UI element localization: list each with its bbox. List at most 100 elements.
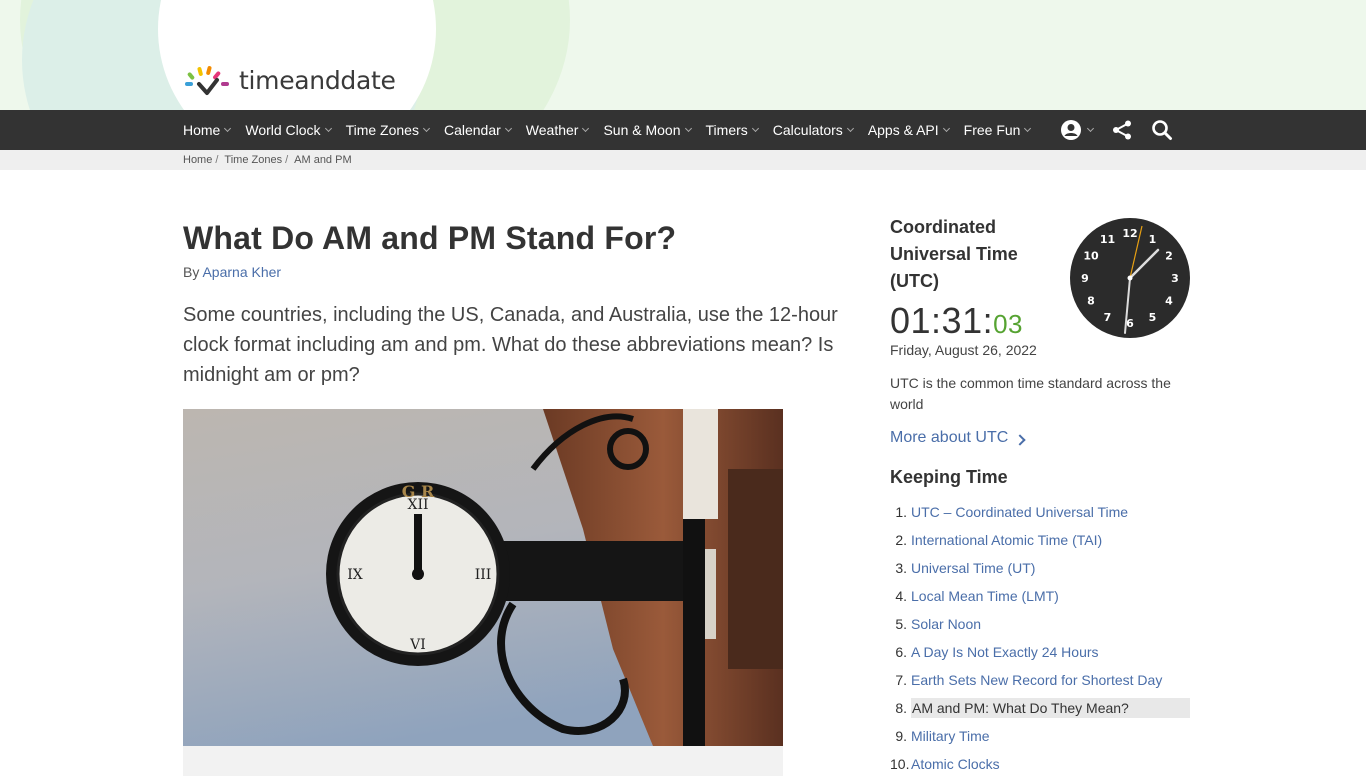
list-number: 4. [895, 588, 907, 604]
more-link-label: More about UTC [890, 429, 1009, 446]
breadcrumb-label: Time Zones [224, 154, 283, 166]
more-about-utc-link[interactable]: More about UTC [890, 429, 1026, 447]
list-item[interactable]: 7. Earth Sets New Record for Shortest Day [890, 666, 1190, 694]
breadcrumb-label: AM and PM [294, 154, 352, 166]
utc-description: UTC is the common time standard across t… [890, 375, 1171, 412]
clock-number: 11 [1100, 233, 1115, 246]
list-item[interactable]: 10. Atomic Clocks [890, 750, 1190, 778]
list-link[interactable]: Solar Noon [911, 614, 1190, 634]
page-title: What Do AM and PM Stand For? [183, 220, 677, 256]
list-link[interactable]: International Atomic Time (TAI) [911, 530, 1190, 550]
chevron-down-icon [224, 124, 232, 133]
nav-item-time-zones[interactable]: Time Zones [345, 122, 430, 138]
list-item[interactable]: 6. A Day Is Not Exactly 24 Hours [890, 638, 1190, 666]
breadcrumb: Home / Time Zones / AM and PM [0, 150, 1366, 170]
list-link[interactable]: Local Mean Time (LMT) [911, 586, 1190, 606]
list-number: 1. [895, 504, 907, 520]
utc-time-seconds: 03 [993, 309, 1024, 339]
breadcrumb-label: Home [183, 154, 213, 166]
utc-title: Coordinated Universal Time (UTC) [890, 217, 1018, 291]
nav-item-free-fun[interactable]: Free Fun [964, 122, 1032, 138]
nav-label: Timers [705, 122, 748, 138]
list-link[interactable]: Military Time [911, 726, 1190, 746]
chevron-down-icon [684, 124, 692, 133]
list-item[interactable]: 1. UTC – Coordinated Universal Time [890, 498, 1190, 526]
chevron-down-icon [504, 124, 512, 133]
keeping-time-title: Keeping Time [890, 467, 1008, 487]
chevron-down-icon [324, 124, 332, 133]
list-link[interactable]: Atomic Clocks [911, 754, 1190, 774]
list-number: 9. [895, 728, 907, 744]
main-nav: Home World Clock Time Zones Calendar Wea… [0, 110, 1366, 150]
search-icon [1152, 120, 1172, 140]
svg-text:IX: IX [347, 567, 363, 583]
list-link[interactable]: A Day Is Not Exactly 24 Hours [911, 642, 1190, 662]
nav-item-timers[interactable]: Timers [705, 122, 759, 138]
nav-label: Calculators [772, 122, 843, 138]
logo-text: timeanddate [239, 65, 396, 95]
list-item[interactable]: 9. Military Time [890, 722, 1190, 750]
share-button[interactable] [1111, 119, 1133, 141]
nav-item-calendar[interactable]: Calendar [443, 122, 512, 138]
nav-item-weather[interactable]: Weather [525, 122, 590, 138]
chevron-down-icon [751, 124, 759, 133]
breadcrumb-separator: / [215, 154, 219, 166]
breadcrumb-item-home[interactable]: Home / [183, 154, 218, 166]
nav-label: Weather [525, 122, 579, 138]
clock-number: 8 [1087, 295, 1095, 308]
svg-text:III: III [475, 567, 492, 583]
nav-item-apps-api[interactable]: Apps & API [868, 122, 950, 138]
list-item[interactable]: 4. Local Mean Time (LMT) [890, 582, 1190, 610]
search-button[interactable] [1151, 119, 1173, 141]
clock-number: 5 [1149, 311, 1157, 324]
clock-number: 6 [1126, 317, 1134, 330]
image-caption-bar [183, 746, 783, 776]
chevron-down-icon [846, 124, 854, 133]
list-link[interactable]: Earth Sets New Record for Shortest Day [911, 670, 1190, 690]
author-link[interactable]: Aparna Kher [202, 264, 281, 280]
share-icon [1113, 120, 1131, 140]
nav-label: World Clock [245, 122, 321, 138]
breadcrumb-separator: / [285, 154, 289, 166]
nav-item-calculators[interactable]: Calculators [772, 122, 854, 138]
clock-number: 1 [1149, 233, 1157, 246]
street-clock-image: XII VI III IX G R [183, 409, 783, 746]
list-number: 8. [895, 700, 907, 716]
list-number: 10. [890, 756, 910, 772]
svg-text:G R: G R [402, 482, 435, 501]
clock-number: 10 [1083, 250, 1099, 263]
utc-time-hm: 01:31: [890, 300, 994, 341]
account-menu[interactable] [1060, 119, 1095, 141]
list-link[interactable]: UTC – Coordinated Universal Time [911, 502, 1190, 522]
nav-item-home[interactable]: Home [183, 122, 232, 138]
site-logo[interactable]: timeanddate [183, 62, 396, 98]
clock-number: 9 [1081, 272, 1089, 285]
list-item[interactable]: 2. International Atomic Time (TAI) [890, 526, 1190, 554]
clock-number: 4 [1165, 295, 1173, 308]
chevron-down-icon [942, 124, 950, 133]
svg-text:VI: VI [409, 637, 426, 653]
byline: By Aparna Kher [183, 264, 281, 280]
list-number: 3. [895, 560, 907, 576]
clock-number: 3 [1171, 272, 1179, 285]
nav-label: Calendar [443, 122, 501, 138]
list-link[interactable]: Universal Time (UT) [911, 558, 1190, 578]
list-item[interactable]: 5. Solar Noon [890, 610, 1190, 638]
nav-label: Time Zones [345, 122, 419, 138]
list-item-active: 8. AM and PM: What Do They Mean? [890, 694, 1190, 722]
breadcrumb-item-time-zones[interactable]: Time Zones / [224, 154, 288, 166]
logo-sunburst-icon [185, 66, 229, 95]
clock-number: 7 [1104, 311, 1112, 324]
street-clock-photo: XII VI III IX G R [183, 409, 783, 746]
list-number: 6. [895, 644, 907, 660]
byline-prefix: By [183, 264, 200, 280]
breadcrumb-item-current: AM and PM [294, 154, 351, 166]
list-item[interactable]: 3. Universal Time (UT) [890, 554, 1190, 582]
nav-item-sun-moon[interactable]: Sun & Moon [603, 122, 692, 138]
clock-number: 2 [1165, 250, 1173, 263]
nav-item-world-clock[interactable]: World Clock [245, 122, 332, 138]
chevron-down-icon [1024, 124, 1032, 133]
account-icon [1061, 120, 1081, 140]
analog-clock-icon: 12 12 3 45 6 78 9 1011 [1070, 218, 1190, 338]
chevron-down-icon [582, 124, 590, 133]
